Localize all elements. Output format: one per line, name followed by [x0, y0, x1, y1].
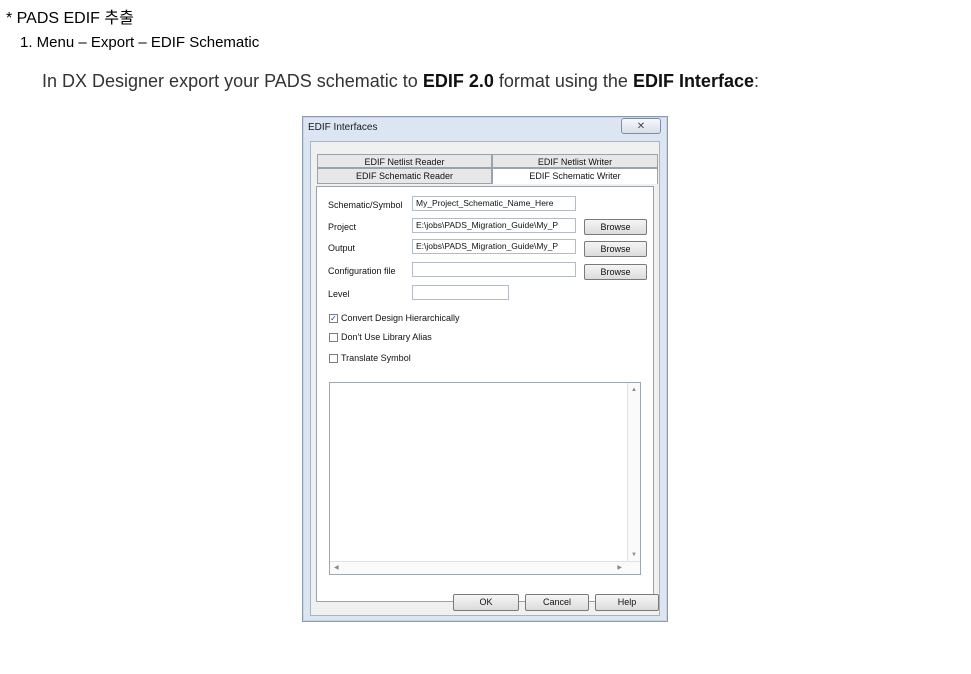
- ok-button[interactable]: OK: [453, 594, 519, 611]
- scroll-up-icon[interactable]: ▲: [631, 387, 637, 393]
- scroll-right-icon[interactable]: ▶: [617, 564, 622, 571]
- tab-edif-schematic-writer[interactable]: EDIF Schematic Writer: [492, 168, 658, 184]
- configuration-file-label: Configuration file: [328, 266, 396, 276]
- level-label: Level: [328, 289, 350, 299]
- desc-bold-edif: EDIF 2.0: [422, 71, 494, 91]
- close-icon: ✕: [636, 121, 646, 132]
- checkbox-unchecked-icon: [329, 333, 338, 343]
- vertical-scrollbar[interactable]: ▲ ▼: [627, 383, 640, 574]
- project-input[interactable]: E:\jobs\PADS_Migration_Guide\My_P: [412, 218, 576, 233]
- convert-hierarchically-checkbox[interactable]: ✓ Convert Design Hierarchically: [329, 313, 460, 324]
- project-label: Project: [328, 222, 357, 232]
- slide-description: In DX Designer export your PADS schemati…: [42, 71, 759, 92]
- dialog-title: EDIF Interfaces: [308, 122, 378, 133]
- scroll-down-icon[interactable]: ▼: [631, 552, 637, 558]
- desc-prefix: In DX Designer export your PADS schemati…: [42, 71, 423, 91]
- scroll-left-icon[interactable]: ◀: [334, 564, 339, 571]
- tab-edif-schematic-reader[interactable]: EDIF Schematic Reader: [317, 168, 492, 184]
- schematic-writer-panel: Schematic/Symbol My_Project_Schematic_Na…: [316, 186, 654, 602]
- dont-use-library-alias-checkbox[interactable]: Don't Use Library Alias: [329, 332, 432, 343]
- output-label: Output: [328, 243, 356, 253]
- desc-bold-interface: EDIF Interface: [632, 71, 754, 91]
- translate-symbol-label: Translate Symbol: [341, 353, 411, 363]
- edif-interfaces-dialog: EDIF Interfaces ✕ EDIF Netlist Reader ED…: [302, 116, 668, 622]
- project-browse-button[interactable]: Browse: [584, 219, 647, 235]
- level-input[interactable]: [412, 285, 509, 300]
- configuration-file-input[interactable]: [412, 262, 576, 277]
- slide-step: 1. Menu – Export – EDIF Schematic: [20, 34, 260, 51]
- cancel-button[interactable]: Cancel: [525, 594, 589, 611]
- checkbox-checked-icon: ✓: [329, 314, 338, 324]
- checkbox-unchecked-icon: [329, 354, 338, 364]
- schematic-symbol-label: Schematic/Symbol: [328, 200, 403, 210]
- desc-mid: format using the: [493, 71, 633, 91]
- help-button[interactable]: Help: [595, 594, 659, 611]
- slide-title: * PADS EDIF 추출: [6, 10, 134, 27]
- horizontal-scrollbar[interactable]: ◀ ▶: [330, 561, 640, 574]
- output-input[interactable]: E:\jobs\PADS_Migration_Guide\My_P: [412, 239, 576, 254]
- output-log-area[interactable]: ▲ ▼ ◀ ▶: [329, 382, 641, 575]
- schematic-symbol-input[interactable]: My_Project_Schematic_Name_Here: [412, 196, 576, 211]
- translate-symbol-checkbox[interactable]: Translate Symbol: [329, 353, 411, 364]
- configuration-browse-button[interactable]: Browse: [584, 264, 647, 280]
- close-button[interactable]: ✕: [621, 118, 661, 134]
- output-browse-button[interactable]: Browse: [584, 241, 647, 257]
- tab-edif-netlist-writer[interactable]: EDIF Netlist Writer: [492, 154, 658, 168]
- tab-edif-netlist-reader[interactable]: EDIF Netlist Reader: [317, 154, 492, 168]
- desc-suffix: :: [753, 71, 759, 91]
- convert-hierarchically-label: Convert Design Hierarchically: [341, 313, 460, 323]
- dialog-client: EDIF Netlist Reader EDIF Netlist Writer …: [310, 141, 660, 616]
- dont-use-library-alias-label: Don't Use Library Alias: [341, 332, 432, 342]
